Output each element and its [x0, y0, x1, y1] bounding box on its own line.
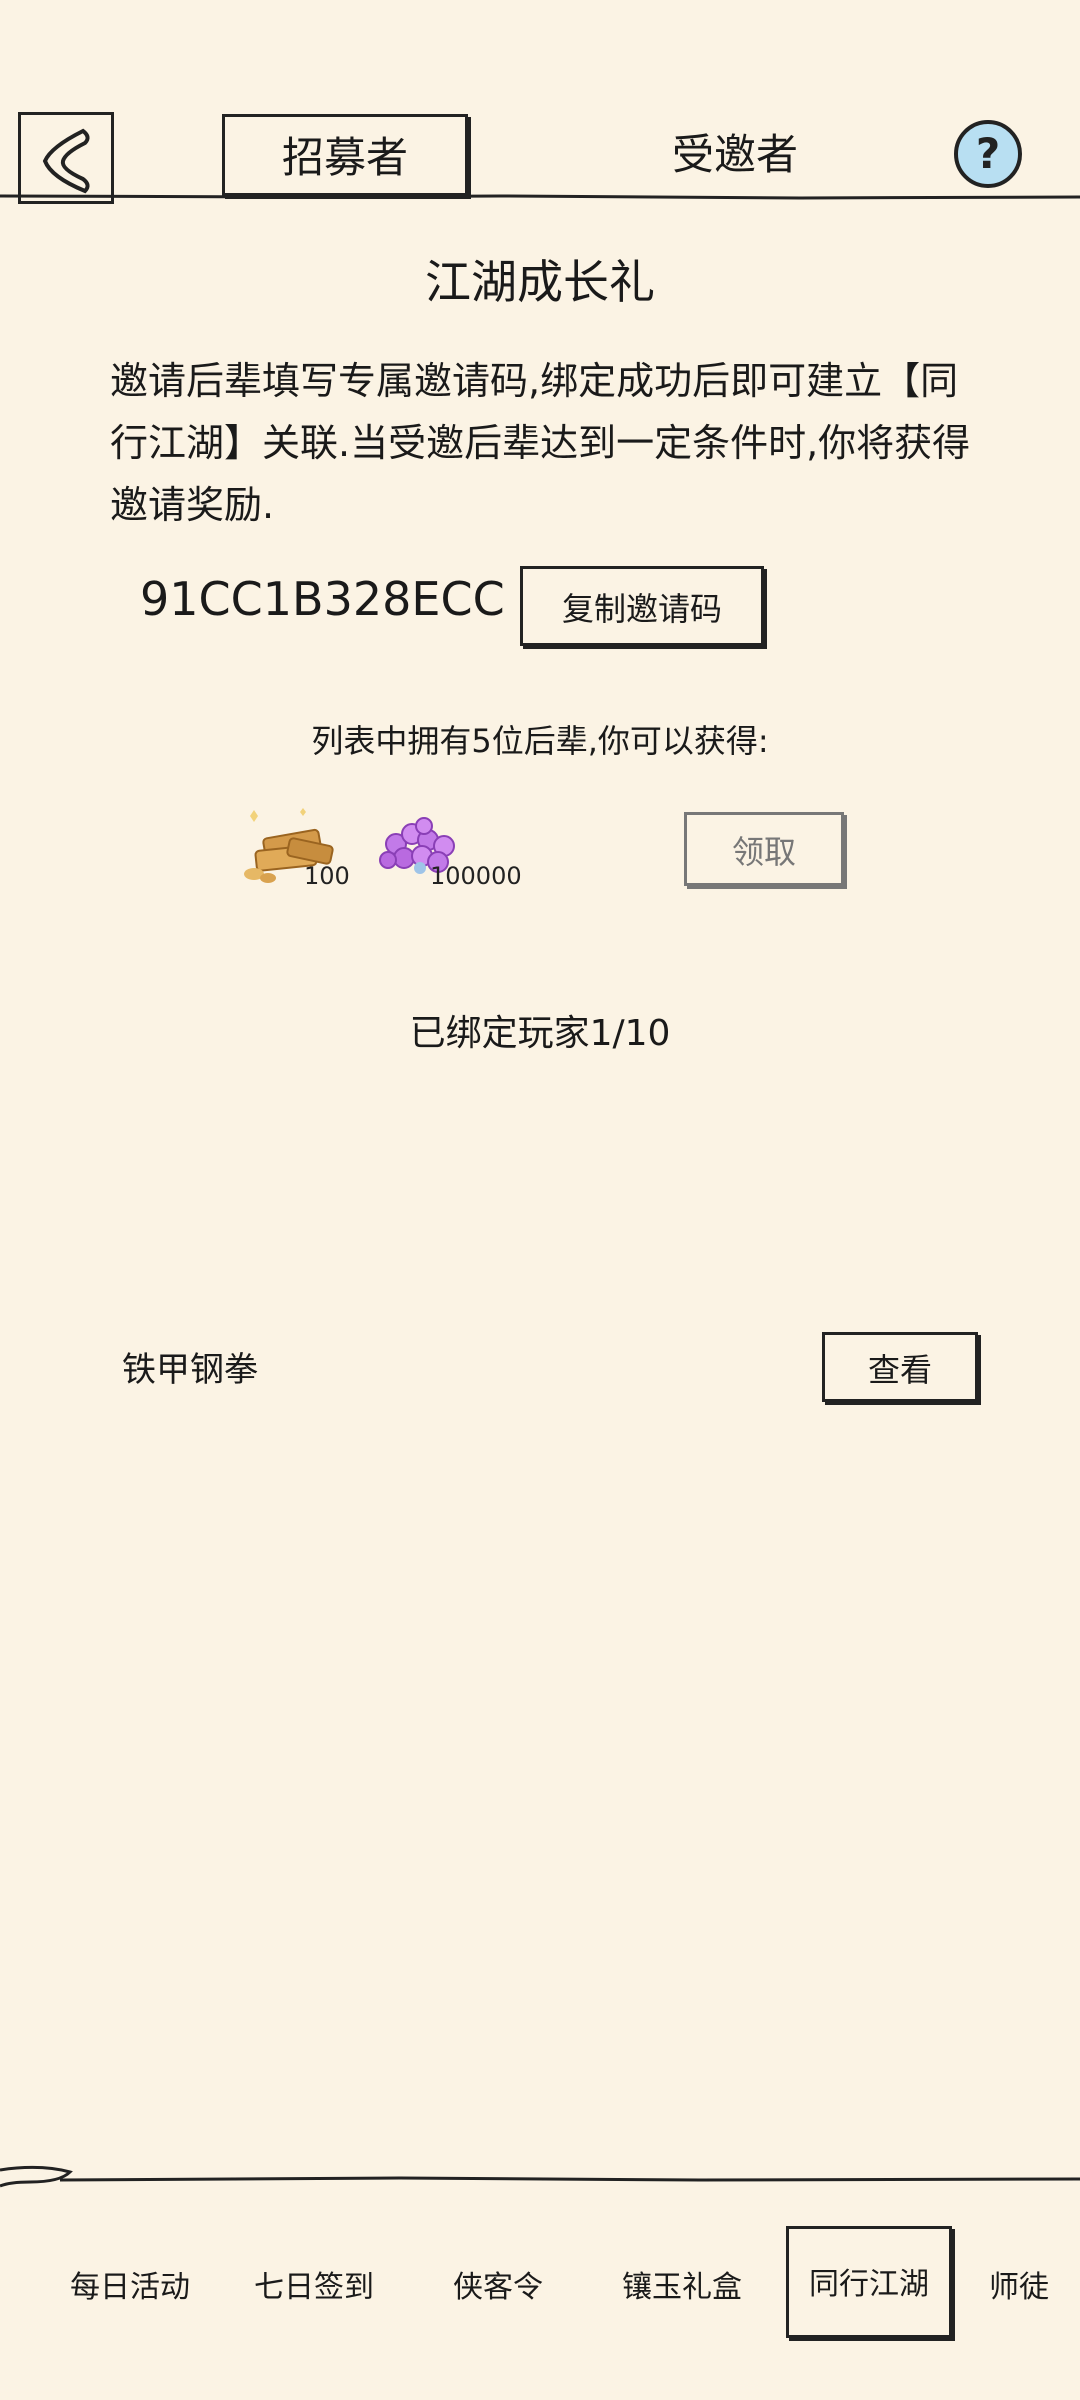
bound-players-count: 已绑定玩家1/10	[409, 1013, 671, 1054]
svg-text:?: ?	[976, 129, 1000, 178]
nav-together-jianghu[interactable]: 同行江湖	[786, 2226, 952, 2338]
tab-recruiter[interactable]: 招募者	[222, 114, 468, 196]
page-title: 江湖成长礼	[425, 255, 655, 309]
claim-button[interactable]: 领取	[684, 812, 844, 886]
nav-seven-day-signin[interactable]: 七日签到	[224, 2258, 404, 2318]
nav-xiake-pass[interactable]: 侠客令	[408, 2258, 588, 2318]
header-divider	[0, 194, 1080, 200]
page: 招募者 受邀者 ? 江湖成长礼 邀请后辈填写专属邀请码,绑定成功后即可建立【同行…	[0, 0, 1080, 2400]
copy-invite-code-button[interactable]: 复制邀请码	[520, 566, 764, 646]
invite-code: 91CC1B328ECC	[140, 572, 505, 626]
reward-gem: 100000	[366, 808, 522, 898]
invite-description: 邀请后辈填写专属邀请码,绑定成功后即可建立【同行江湖】关联.当受邀后辈达到一定条…	[110, 359, 971, 527]
nav-master-apprentice[interactable]: 师徒	[974, 2258, 1064, 2318]
bottom-divider	[0, 2165, 1080, 2188]
reward-gold-count: 100	[304, 862, 350, 890]
question-icon: ?	[954, 120, 1022, 188]
nav-jade-gift-box[interactable]: 镶玉礼盒	[592, 2258, 772, 2318]
reward-description: 列表中拥有5位后辈,你可以获得:	[311, 722, 769, 760]
tab-invitee[interactable]: 受邀者	[612, 114, 858, 196]
player-name: 铁甲钢拳	[122, 1350, 258, 1390]
view-player-button[interactable]: 查看	[822, 1332, 978, 1402]
reward-gold: 100	[240, 808, 350, 898]
help-button[interactable]: ?	[952, 118, 1024, 190]
reward-gem-count: 100000	[430, 862, 522, 890]
nav-daily-activity[interactable]: 每日活动	[40, 2258, 220, 2318]
back-button[interactable]	[18, 112, 114, 204]
